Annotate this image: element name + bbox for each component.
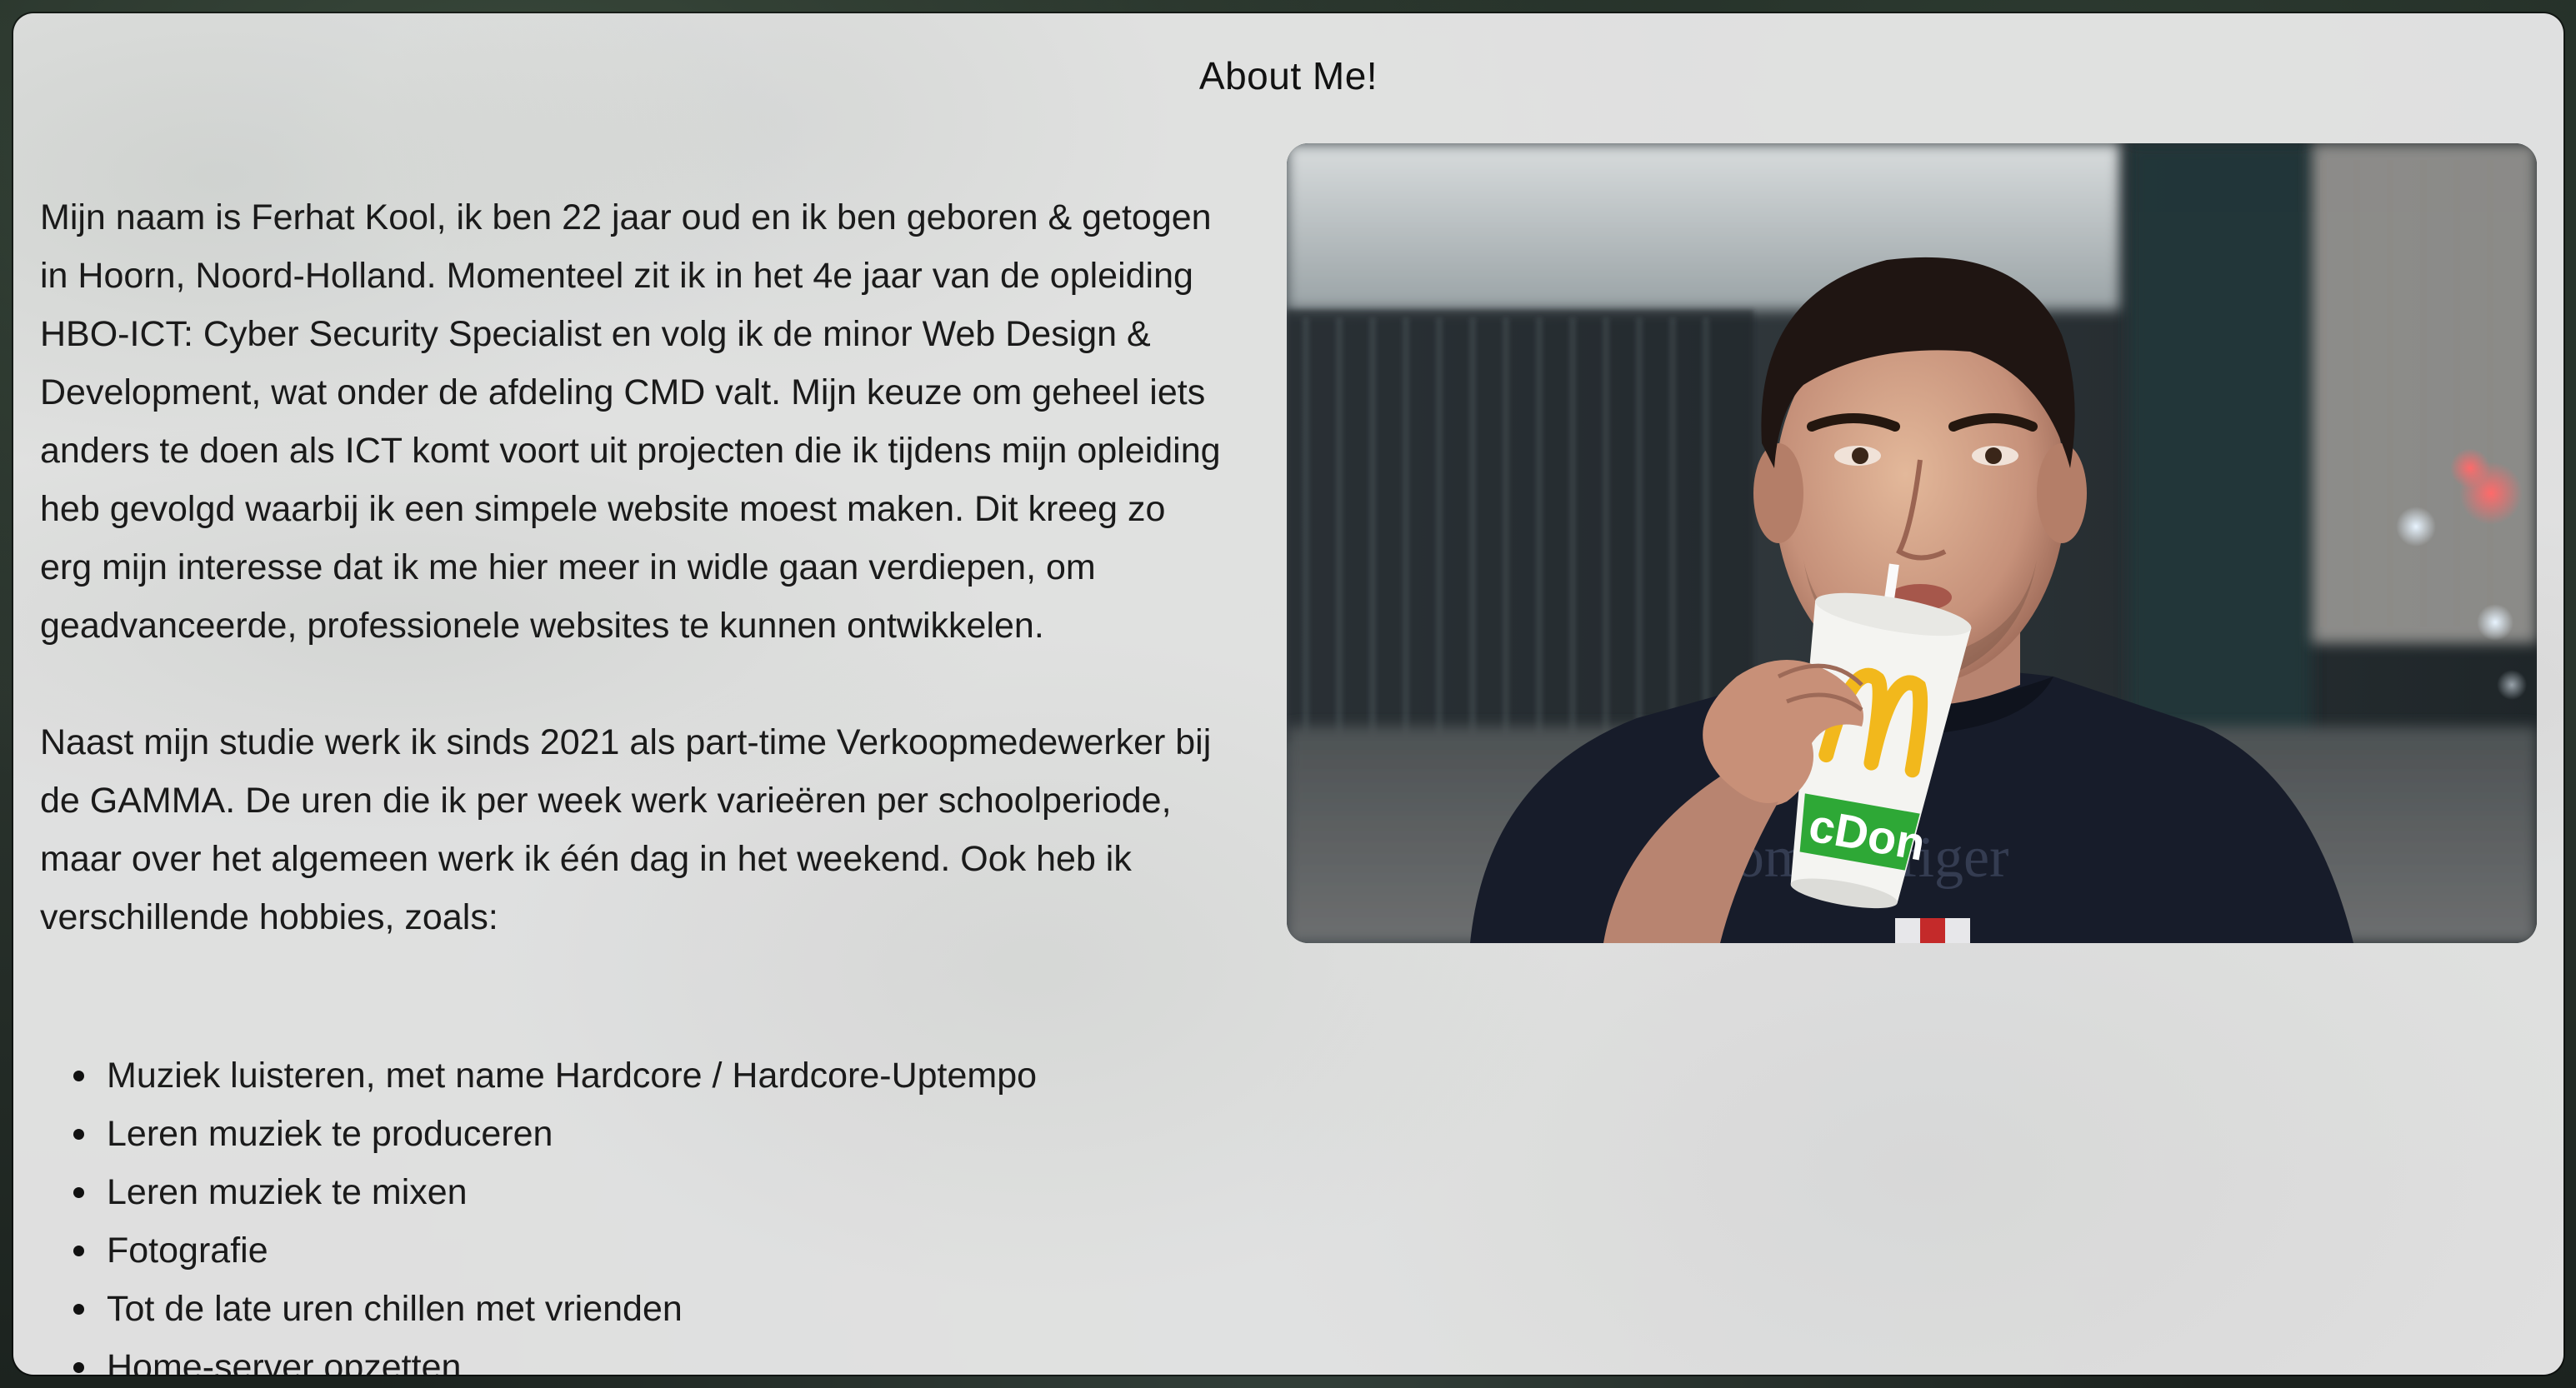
profile-photo: Tom Hilfiger cDon bbox=[1287, 143, 2537, 943]
list-item: Home-server opzetten bbox=[73, 1338, 1290, 1375]
list-item: Muziek luisteren, met name Hardcore / Ha… bbox=[73, 1046, 1290, 1105]
list-item: Fotografie bbox=[73, 1221, 1290, 1280]
list-item-label: Leren muziek te mixen bbox=[107, 1172, 468, 1212]
intro-paragraph-1: Mijn naam is Ferhat Kool, ik ben 22 jaar… bbox=[40, 197, 1221, 646]
bullet-icon bbox=[73, 1071, 84, 1081]
list-item-label: Muziek luisteren, met name Hardcore / Ha… bbox=[107, 1056, 1038, 1096]
page-title: About Me! bbox=[1198, 54, 1378, 97]
intro-paragraph-2: Naast mijn studie werk ik sinds 2021 als… bbox=[40, 722, 1212, 937]
bullet-icon bbox=[73, 1187, 84, 1198]
bullet-icon bbox=[73, 1129, 84, 1140]
list-item-label: Fotografie bbox=[107, 1231, 268, 1271]
bullet-icon bbox=[73, 1304, 84, 1315]
list-item: Tot de late uren chillen met vrienden bbox=[73, 1280, 1290, 1338]
portrait-image: Tom Hilfiger cDon bbox=[1287, 143, 2537, 943]
list-item-label: Home-server opzetten bbox=[107, 1347, 462, 1375]
bullet-icon bbox=[73, 1246, 84, 1256]
about-panel: About Me! Mijn naam is Ferhat Kool, ik b… bbox=[13, 13, 2563, 1375]
list-item-label: Tot de late uren chillen met vrienden bbox=[107, 1289, 683, 1329]
bullet-icon bbox=[73, 1362, 84, 1373]
list-item: Leren muziek te produceren bbox=[73, 1105, 1290, 1163]
list-item-label: Leren muziek te produceren bbox=[107, 1114, 553, 1154]
intro-text: Mijn naam is Ferhat Kool, ik ben 22 jaar… bbox=[40, 188, 1223, 946]
list-item: Leren muziek te mixen bbox=[73, 1163, 1290, 1221]
hobbies-list: Muziek luisteren, met name Hardcore / Ha… bbox=[40, 1046, 1290, 1375]
